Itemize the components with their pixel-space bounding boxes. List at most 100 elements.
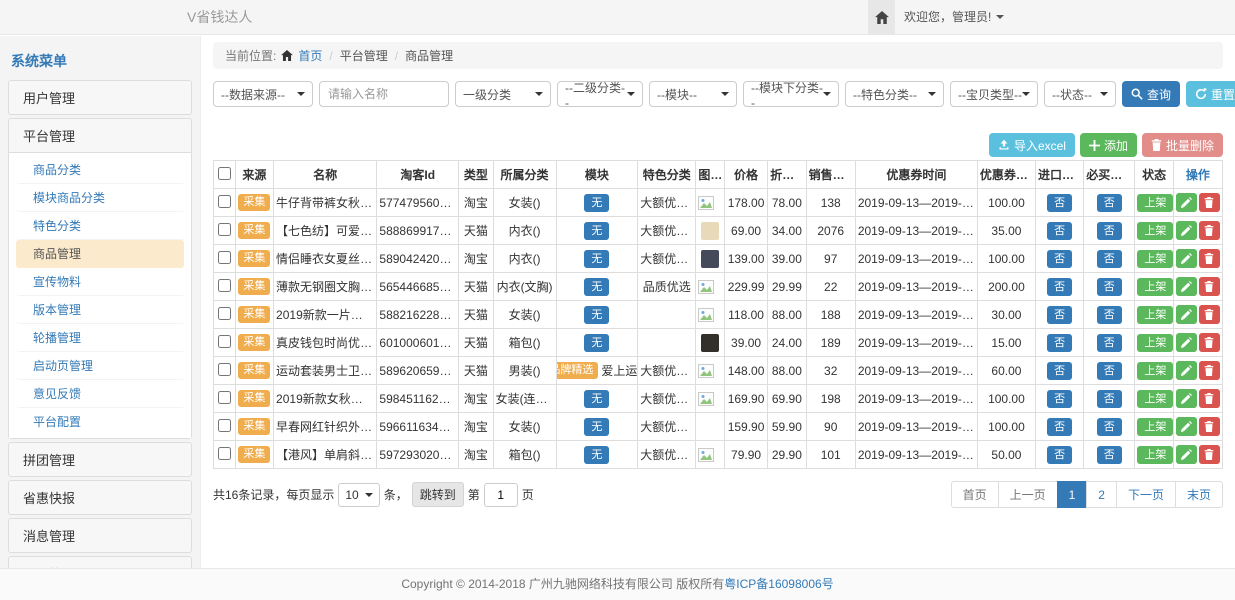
row-checkbox[interactable] (218, 279, 231, 292)
must-buy-toggle[interactable]: 否 (1097, 446, 1122, 464)
pager-button[interactable]: 末页 (1175, 481, 1223, 508)
row-checkbox[interactable] (218, 307, 231, 320)
delete-button[interactable] (1199, 221, 1220, 240)
level1-category-select[interactable]: 一级分类 (455, 81, 551, 107)
delete-button[interactable] (1199, 249, 1220, 268)
sidebar-group-heading[interactable]: 拼团管理 (9, 443, 191, 476)
status-badge[interactable]: 上架 (1137, 390, 1173, 408)
sidebar-item[interactable]: 版本管理 (16, 296, 184, 324)
module-none-badge[interactable]: 无 (584, 278, 609, 296)
pager-button[interactable]: 下一页 (1116, 481, 1176, 508)
module-select[interactable]: --模块-- (649, 81, 737, 107)
edit-button[interactable] (1176, 249, 1197, 268)
status-badge[interactable]: 上架 (1137, 306, 1173, 324)
status-badge[interactable]: 上架 (1137, 446, 1173, 464)
sidebar-group-heading[interactable]: 消息管理 (9, 519, 191, 552)
per-page-select[interactable]: 10 (338, 483, 379, 507)
module-none-badge[interactable]: 无 (584, 306, 609, 324)
must-buy-toggle[interactable]: 否 (1097, 222, 1122, 240)
feature-category-select[interactable]: --特色分类-- (845, 81, 944, 107)
import-excel-button[interactable]: 导入excel (989, 133, 1075, 157)
import-select-toggle[interactable]: 否 (1047, 194, 1072, 212)
module-none-badge[interactable]: 无 (584, 390, 609, 408)
select-all-checkbox[interactable] (218, 167, 231, 180)
import-select-toggle[interactable]: 否 (1047, 446, 1072, 464)
sidebar-item[interactable]: 宣传物料 (16, 268, 184, 296)
icp-link[interactable]: 粤ICP备16098006号 (724, 577, 833, 591)
edit-button[interactable] (1176, 333, 1197, 352)
import-select-toggle[interactable]: 否 (1047, 250, 1072, 268)
sidebar-group-heading[interactable]: 平台管理 (9, 119, 191, 152)
edit-button[interactable] (1176, 193, 1197, 212)
import-select-toggle[interactable]: 否 (1047, 418, 1072, 436)
row-checkbox[interactable] (218, 223, 231, 236)
module-none-badge[interactable]: 无 (584, 334, 609, 352)
must-buy-toggle[interactable]: 否 (1097, 334, 1122, 352)
row-checkbox[interactable] (218, 363, 231, 376)
edit-button[interactable] (1176, 417, 1197, 436)
add-button[interactable]: 添加 (1080, 133, 1137, 157)
must-buy-toggle[interactable]: 否 (1097, 362, 1122, 380)
row-checkbox[interactable] (218, 251, 231, 264)
must-buy-toggle[interactable]: 否 (1097, 390, 1122, 408)
home-shortcut-button[interactable] (868, 0, 895, 34)
sidebar-item[interactable]: 意见反馈 (16, 380, 184, 408)
row-checkbox[interactable] (218, 391, 231, 404)
delete-button[interactable] (1199, 193, 1220, 212)
import-select-toggle[interactable]: 否 (1047, 222, 1072, 240)
must-buy-toggle[interactable]: 否 (1097, 306, 1122, 324)
module-none-badge[interactable]: 无 (584, 418, 609, 436)
search-button[interactable]: 查询 (1122, 81, 1180, 107)
delete-button[interactable] (1199, 445, 1220, 464)
import-select-toggle[interactable]: 否 (1047, 362, 1072, 380)
reset-button[interactable]: 重置 (1186, 81, 1235, 107)
row-checkbox[interactable] (218, 447, 231, 460)
breadcrumb-home-link[interactable]: 首页 (298, 47, 322, 64)
level2-category-select[interactable]: --二级分类-- (557, 81, 643, 107)
import-select-toggle[interactable]: 否 (1047, 278, 1072, 296)
edit-button[interactable] (1176, 445, 1197, 464)
user-menu[interactable]: 欢迎您，管理员! (904, 0, 1004, 34)
status-badge[interactable]: 上架 (1137, 194, 1173, 212)
pager-button[interactable]: 1 (1057, 481, 1088, 508)
status-badge[interactable]: 上架 (1137, 222, 1173, 240)
sidebar-item[interactable]: 商品分类 (16, 156, 184, 184)
sidebar-group-heading[interactable]: 省惠快报 (9, 481, 191, 514)
delete-button[interactable] (1199, 417, 1220, 436)
module-sub-category-select[interactable]: --模块下分类-- (743, 81, 839, 107)
name-input[interactable] (319, 81, 449, 107)
sidebar-item[interactable]: 平台配置 (16, 408, 184, 435)
must-buy-toggle[interactable]: 否 (1097, 418, 1122, 436)
delete-button[interactable] (1199, 305, 1220, 324)
delete-button[interactable] (1199, 333, 1220, 352)
status-badge[interactable]: 上架 (1137, 334, 1173, 352)
status-select[interactable]: --状态-- (1044, 81, 1116, 107)
jump-to-page-button[interactable]: 跳转到 (412, 482, 464, 507)
edit-button[interactable] (1176, 221, 1197, 240)
sidebar-item[interactable]: 启动页管理 (16, 352, 184, 380)
row-checkbox[interactable] (218, 419, 231, 432)
import-select-toggle[interactable]: 否 (1047, 306, 1072, 324)
status-badge[interactable]: 上架 (1137, 278, 1173, 296)
data-source-select[interactable]: --数据来源-- (213, 81, 313, 107)
sidebar-item[interactable]: 轮播管理 (16, 324, 184, 352)
sidebar-item[interactable]: 模块商品分类 (16, 184, 184, 212)
row-checkbox[interactable] (218, 195, 231, 208)
sidebar-group-heading[interactable]: 用户管理 (9, 81, 191, 114)
sidebar-item-active[interactable]: 商品管理 (16, 240, 184, 268)
batch-delete-button[interactable]: 批量删除 (1142, 133, 1223, 157)
pager-button[interactable]: 上一页 (998, 481, 1058, 508)
must-buy-toggle[interactable]: 否 (1097, 250, 1122, 268)
edit-button[interactable] (1176, 389, 1197, 408)
delete-button[interactable] (1199, 277, 1220, 296)
pager-button[interactable]: 2 (1086, 481, 1117, 508)
edit-button[interactable] (1176, 277, 1197, 296)
status-badge[interactable]: 上架 (1137, 362, 1173, 380)
must-buy-toggle[interactable]: 否 (1097, 278, 1122, 296)
jump-page-input[interactable] (484, 483, 518, 507)
sidebar-group-heading[interactable]: 订单管理 (9, 557, 191, 568)
delete-button[interactable] (1199, 361, 1220, 380)
import-select-toggle[interactable]: 否 (1047, 390, 1072, 408)
pager-button[interactable]: 首页 (951, 481, 999, 508)
item-type-select[interactable]: --宝贝类型-- (950, 81, 1038, 107)
